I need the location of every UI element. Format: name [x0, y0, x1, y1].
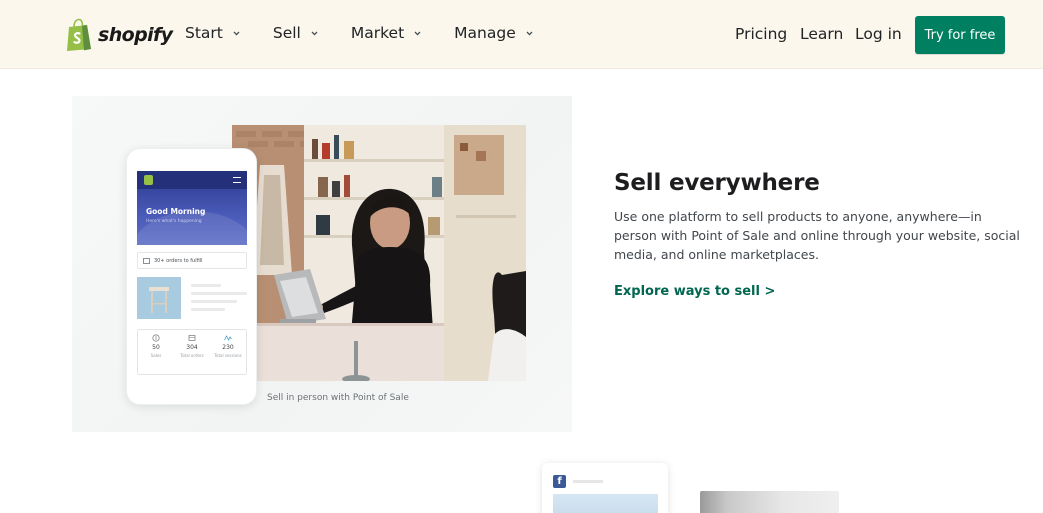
phone-text-placeholder [191, 292, 247, 295]
chevron-down-icon [311, 31, 318, 36]
point-of-sale-photo [232, 125, 526, 381]
stat-value: 230 [222, 344, 234, 351]
orders-box-icon [143, 257, 150, 264]
phone-header-decoration [137, 211, 247, 245]
chevron-down-icon [414, 31, 421, 36]
stat-label: Total orders [180, 353, 204, 358]
section-title: Sell everywhere [614, 170, 820, 196]
nav-item-start[interactable]: Start [185, 24, 240, 42]
phone-orders-row: 30+ orders to fulfill [137, 252, 247, 269]
dollar-icon [152, 334, 160, 342]
explore-ways-to-sell-link[interactable]: Explore ways to sell > [614, 284, 775, 299]
nav-item-sell[interactable]: Sell [273, 24, 318, 42]
learn-link[interactable]: Learn [800, 25, 843, 43]
phone-greeting: Good Morning [146, 207, 206, 216]
facebook-icon: f [553, 475, 566, 488]
partial-product-image [700, 491, 839, 513]
facebook-post-image [553, 494, 658, 513]
nav-item-label: Start [185, 24, 223, 42]
phone-greeting-subtitle: Here's what's happening [146, 219, 202, 224]
stat-label: Total sessions [214, 353, 242, 358]
phone-text-placeholder [191, 308, 225, 311]
chevron-down-icon [233, 31, 240, 36]
primary-nav: Start Sell Market Manage [185, 24, 533, 42]
phone-product-image [137, 277, 181, 319]
nav-item-label: Market [350, 24, 405, 42]
shopify-logo[interactable]: shopify [65, 18, 173, 52]
shopify-wordmark: shopify [98, 24, 173, 46]
stat-total-orders: 304 Total orders [174, 330, 210, 374]
phone-text-placeholder [191, 284, 221, 287]
shopify-bag-icon [67, 18, 91, 51]
section-description: Use one platform to sell products to any… [614, 207, 1020, 264]
phone-app-bar [137, 171, 247, 189]
phone-mockup: Good Morning Here's what's happening 30+… [126, 148, 257, 405]
orders-icon [188, 335, 196, 341]
nav-item-label: Sell [272, 24, 301, 42]
nav-item-market[interactable]: Market [351, 24, 421, 42]
menu-icon [233, 177, 241, 183]
phone-dashboard-header: Good Morning Here's what's happening [137, 171, 247, 245]
stool-icon [137, 277, 181, 319]
facebook-text-placeholder [573, 480, 603, 483]
stat-sales: 50 Sales [138, 330, 174, 374]
pricing-link[interactable]: Pricing [735, 25, 787, 43]
phone-text-placeholder [191, 300, 237, 303]
chevron-down-icon [526, 31, 533, 36]
merchant-at-counter-image [232, 125, 526, 381]
stat-total-sessions: 230 Total sessions [210, 330, 246, 374]
site-header: shopify Start Sell Market Manage Pricing… [0, 0, 1043, 69]
description-line: media, and online marketplaces. [614, 247, 819, 262]
illustration-caption: Sell in person with Point of Sale [267, 393, 409, 403]
phone-orders-text: 30+ orders to fulfill [154, 257, 203, 264]
shopify-mini-logo-icon [144, 175, 153, 185]
facebook-post-card: f [542, 463, 668, 513]
nav-item-manage[interactable]: Manage [454, 24, 533, 42]
try-for-free-button[interactable]: Try for free [915, 16, 1005, 54]
stat-value: 50 [152, 344, 160, 351]
stat-value: 304 [186, 344, 198, 351]
login-link[interactable]: Log in [855, 25, 902, 43]
description-line: person with Point of Sale and online thr… [614, 228, 1020, 243]
stat-label: Sales [150, 353, 162, 358]
nav-item-label: Manage [454, 24, 516, 42]
activity-icon [224, 335, 232, 341]
description-line: Use one platform to sell products to any… [614, 209, 982, 224]
phone-stats-panel: 50 Sales 304 Total orders 230 Total sess… [137, 329, 247, 375]
